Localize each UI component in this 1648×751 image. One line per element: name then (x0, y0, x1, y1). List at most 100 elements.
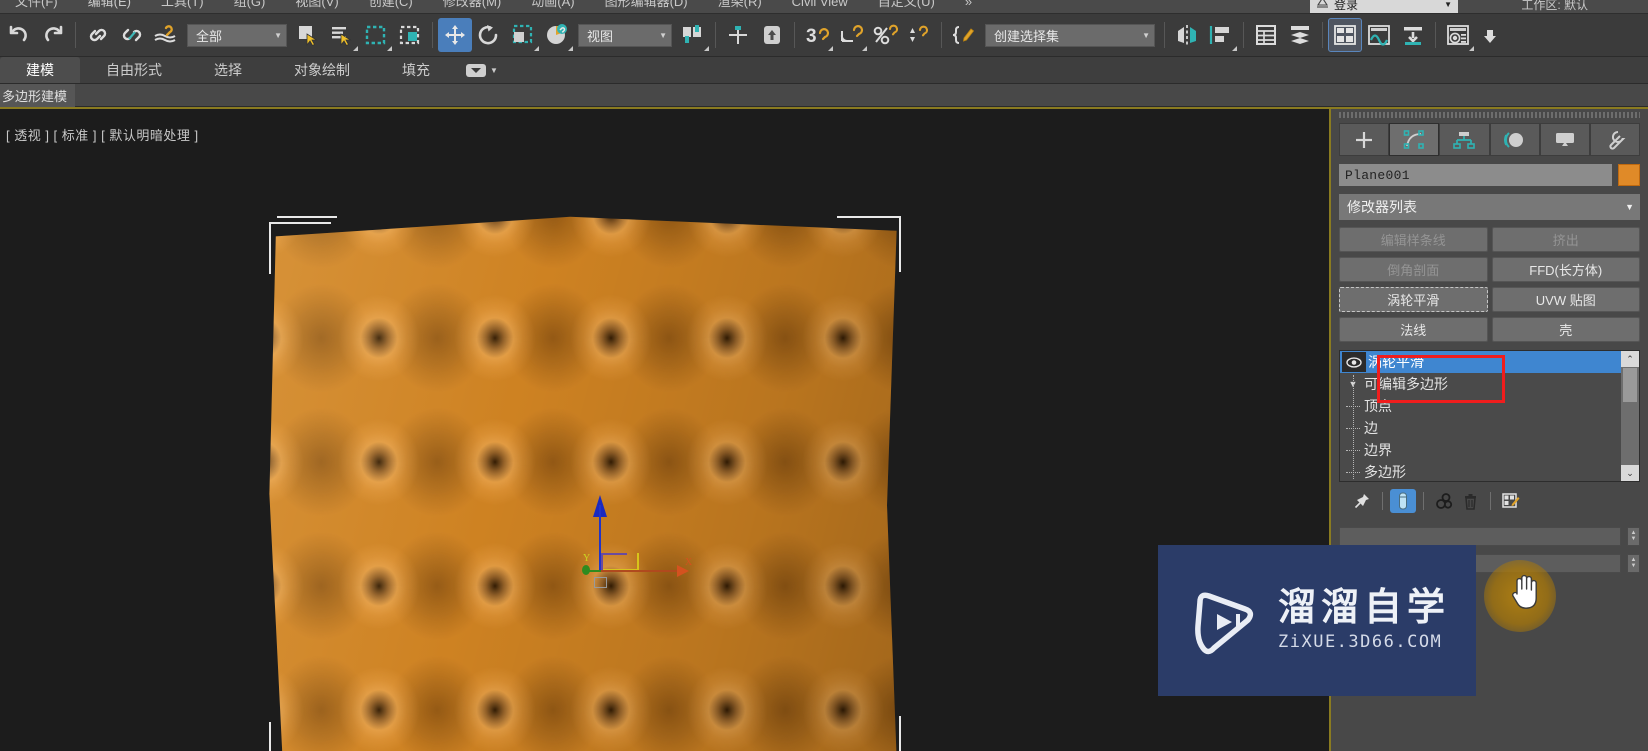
redo-button[interactable] (36, 18, 70, 52)
modifier-stack[interactable]: 涡轮平滑 ▼ 可编辑多边形 顶点 边 边界 多边形 ⌃ ⌄ (1339, 350, 1640, 482)
modifier-stack-row-edge[interactable]: 边 (1340, 417, 1621, 439)
menu-item-views[interactable]: 视图(V) (280, 0, 353, 9)
gizmo-x-axis[interactable] (600, 570, 680, 572)
select-and-manipulate-button[interactable] (721, 18, 755, 52)
ribbon-minimize-icon[interactable] (466, 63, 486, 77)
tab-modeling[interactable]: 建模 (0, 57, 80, 83)
gizmo-center-box[interactable] (594, 577, 607, 588)
spinner-snap-toggle-button[interactable] (902, 18, 936, 52)
scroll-thumb[interactable] (1623, 368, 1637, 402)
scene-explorer-button[interactable] (1283, 18, 1317, 52)
menu-item-customize[interactable]: 自定义(U) (863, 0, 950, 9)
chevron-down-icon[interactable]: ▼ (649, 31, 667, 40)
use-pivot-point-center-button[interactable] (676, 18, 710, 52)
bind-to-space-warp-button[interactable] (149, 18, 183, 52)
chevron-down-icon[interactable]: ▼ (1625, 202, 1634, 212)
modifier-stack-scrollbar[interactable]: ⌃ ⌄ (1621, 351, 1639, 481)
select-and-scale-button[interactable] (506, 18, 540, 52)
modifier-button-extrude[interactable]: 挤出 (1491, 227, 1640, 252)
select-object-button[interactable] (291, 18, 325, 52)
menu-overflow[interactable]: » (950, 0, 987, 9)
modifier-button-turbosmooth[interactable]: 涡轮平滑 (1339, 287, 1488, 312)
scroll-down-button[interactable]: ⌄ (1621, 465, 1639, 481)
modifier-stack-row-editable-poly[interactable]: ▼ 可编辑多边形 (1340, 373, 1621, 395)
snaps-toggle-button[interactable]: 3 (800, 18, 834, 52)
show-end-result-button[interactable] (1390, 489, 1416, 513)
object-color-swatch[interactable] (1618, 164, 1640, 186)
modifier-button-bevel-profile[interactable]: 倒角剖面 (1339, 257, 1488, 282)
menu-item-group[interactable]: 组(G) (219, 0, 281, 9)
chevron-down-icon[interactable]: ▼ (490, 66, 498, 75)
param-spinner-2[interactable]: ▲ ▼ (1627, 553, 1640, 573)
modifier-button-uvw-map[interactable]: UVW 贴图 (1491, 287, 1640, 312)
modifier-stack-row-polygon[interactable]: 多边形 (1340, 461, 1621, 481)
motion-tab[interactable] (1489, 123, 1540, 156)
chevron-down-icon[interactable]: ▼ (1444, 0, 1452, 9)
gizmo-y-arrow[interactable] (582, 565, 590, 575)
menu-item-graph-editors[interactable]: 图形编辑器(D) (590, 0, 703, 9)
login-button[interactable]: 登录 ▼ (1310, 0, 1458, 13)
param-field-1[interactable] (1339, 526, 1621, 546)
menu-item-animation[interactable]: 动画(A) (516, 0, 589, 9)
layer-explorer-button[interactable] (1249, 18, 1283, 52)
unlink-selection-button[interactable] (115, 18, 149, 52)
modifier-stack-row-turbosmooth[interactable]: 涡轮平滑 (1340, 351, 1621, 373)
selection-filter-combo[interactable]: 全部 ▼ (187, 23, 287, 47)
render-setup-button[interactable] (1475, 18, 1509, 52)
window-crossing-button[interactable] (393, 18, 427, 52)
undo-button[interactable] (2, 18, 36, 52)
make-unique-button[interactable] (1431, 489, 1457, 513)
gizmo-yz-plane-handle[interactable] (601, 553, 627, 571)
ribbon-minimize-control[interactable]: ▼ (456, 57, 508, 83)
object-name-field[interactable]: Plane001 (1339, 164, 1612, 186)
chevron-down-icon[interactable]: ▼ (1132, 31, 1150, 40)
modifier-list-dropdown[interactable]: 修改器列表 ▼ (1339, 194, 1640, 220)
rectangular-selection-region-button[interactable] (359, 18, 393, 52)
param-spinner-1[interactable]: ▲ ▼ (1627, 526, 1640, 546)
align-button[interactable] (1204, 18, 1238, 52)
modifier-button-edit-spline[interactable]: 编辑样条线 (1339, 227, 1488, 252)
move-transform-gizmo[interactable]: X Y (582, 491, 695, 588)
select-and-rotate-button[interactable] (472, 18, 506, 52)
keyboard-shortcut-override-button[interactable] (755, 18, 789, 52)
material-editor-button[interactable] (1441, 18, 1475, 52)
pin-stack-button[interactable] (1349, 489, 1375, 513)
curve-editor-button[interactable] (1362, 18, 1396, 52)
modifier-stack-row-border[interactable]: 边界 (1340, 439, 1621, 461)
remove-modifier-button[interactable] (1457, 489, 1483, 513)
tab-selection[interactable]: 选择 (188, 57, 268, 83)
modifier-button-shell[interactable]: 壳 (1491, 317, 1640, 342)
eye-icon[interactable] (1342, 352, 1366, 372)
menu-item-file[interactable]: 文件(F) (0, 0, 73, 9)
toggle-ribbon-button[interactable] (1328, 18, 1362, 52)
tab-freeform[interactable]: 自由形式 (80, 57, 188, 83)
hierarchy-tab[interactable] (1439, 123, 1490, 156)
menu-item-create[interactable]: 创建(C) (354, 0, 428, 9)
tab-populate[interactable]: 填充 (376, 57, 456, 83)
menu-item-edit[interactable]: 编辑(E) (73, 0, 146, 9)
menu-item-modifiers[interactable]: 修改器(M) (428, 0, 517, 9)
percent-snap-toggle-button[interactable] (868, 18, 902, 52)
utilities-tab[interactable] (1589, 123, 1641, 156)
configure-modifier-sets-button[interactable] (1498, 489, 1524, 513)
menu-item-rendering[interactable]: 渲染(R) (703, 0, 777, 9)
select-and-place-button[interactable] (540, 18, 574, 52)
modifier-stack-row-vertex[interactable]: 顶点 (1340, 395, 1621, 417)
modifier-button-normal[interactable]: 法线 (1339, 317, 1488, 342)
select-and-move-button[interactable] (438, 18, 472, 52)
modify-tab[interactable] (1389, 123, 1440, 156)
schematic-view-button[interactable] (1396, 18, 1430, 52)
scene-object-plane001[interactable] (263, 214, 903, 751)
reference-coordinate-combo[interactable]: 视图 ▼ (578, 23, 672, 47)
scroll-up-button[interactable]: ⌃ (1621, 351, 1639, 367)
viewport-label[interactable]: [ 透视 ] [ 标准 ] [ 默认明暗处理 ] (6, 125, 199, 144)
mirror-button[interactable] (1170, 18, 1204, 52)
ribbon-panel-polygon-modeling[interactable]: 多边形建模 (0, 83, 76, 107)
select-and-link-button[interactable] (81, 18, 115, 52)
select-by-name-button[interactable] (325, 18, 359, 52)
named-selection-sets-combo[interactable]: 创建选择集 ▼ (985, 23, 1155, 47)
display-tab[interactable] (1539, 123, 1590, 156)
modifier-button-ffd-box[interactable]: FFD(长方体) (1491, 257, 1640, 282)
create-tab[interactable] (1339, 123, 1390, 156)
chevron-down-icon[interactable]: ▼ (264, 31, 282, 40)
